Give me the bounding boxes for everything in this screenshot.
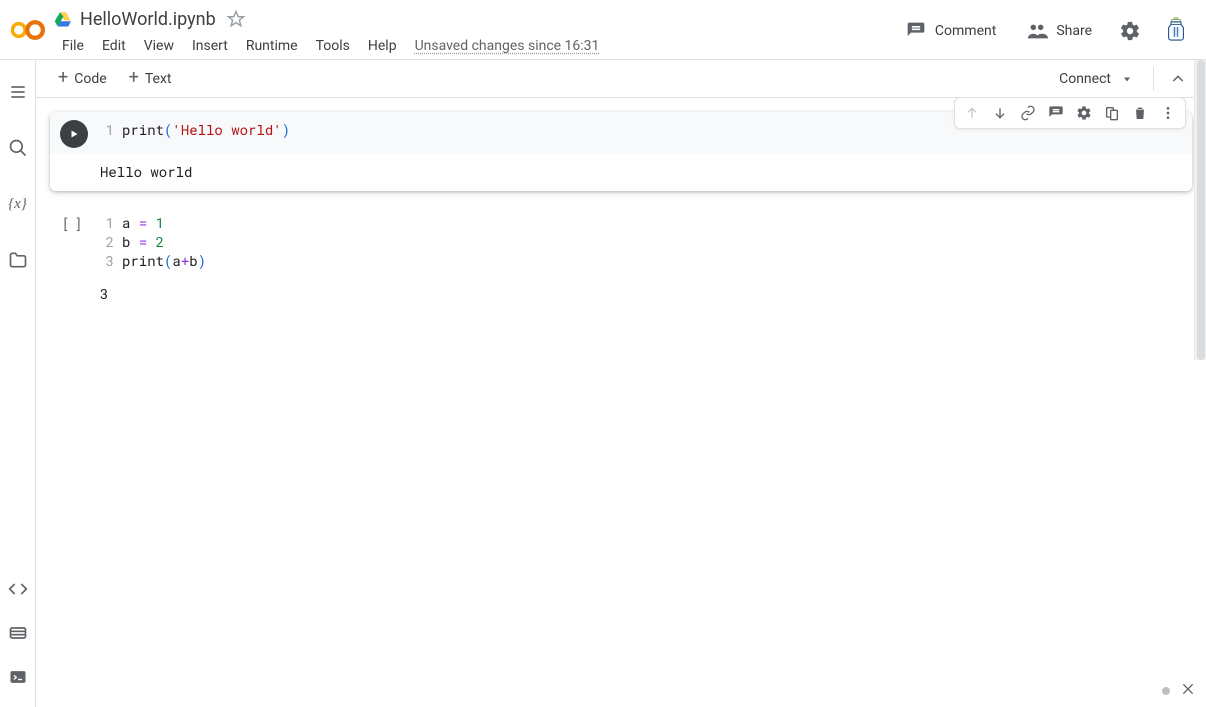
code-token: 2 bbox=[156, 232, 164, 251]
code-snippets-button[interactable] bbox=[4, 575, 32, 603]
comment-icon bbox=[905, 20, 927, 42]
main-area: +Code +Text Connect 1print('Hello world'… bbox=[36, 60, 1206, 707]
toc-button[interactable] bbox=[4, 78, 32, 106]
comment-cell-button[interactable] bbox=[1043, 100, 1069, 126]
search-button[interactable] bbox=[4, 134, 32, 162]
colab-logo[interactable] bbox=[8, 10, 48, 50]
connect-button[interactable]: Connect bbox=[1049, 67, 1143, 91]
comment-label: Comment bbox=[935, 23, 996, 39]
add-text-button[interactable]: +Text bbox=[121, 67, 180, 91]
cell-action-bar bbox=[954, 98, 1186, 129]
cell-settings-button[interactable] bbox=[1071, 100, 1097, 126]
drive-icon bbox=[54, 10, 72, 28]
code-token bbox=[147, 232, 155, 251]
collapse-header-button[interactable] bbox=[1164, 65, 1192, 93]
share-label: Share bbox=[1056, 23, 1092, 39]
code-cell[interactable]: []1a = 12b = 23print(a+b)3 bbox=[50, 205, 1192, 313]
menu-view[interactable]: View bbox=[136, 34, 182, 58]
cell-settings-icon bbox=[1076, 105, 1092, 121]
menu-edit[interactable]: Edit bbox=[94, 34, 134, 58]
share-button[interactable]: Share bbox=[1018, 14, 1100, 48]
menu-runtime[interactable]: Runtime bbox=[238, 34, 306, 58]
play-icon bbox=[68, 128, 80, 140]
comment-button[interactable]: Comment bbox=[897, 14, 1004, 48]
move-up-icon bbox=[964, 105, 980, 121]
code-token: + bbox=[181, 251, 189, 270]
separator bbox=[1153, 67, 1154, 91]
add-text-label: Text bbox=[145, 71, 172, 87]
notebook-toolbar: +Code +Text Connect bbox=[36, 60, 1206, 98]
menu-insert[interactable]: Insert bbox=[184, 34, 236, 58]
header: HelloWorld.ipynb File Edit View Insert R… bbox=[0, 0, 1206, 60]
command-palette-button[interactable] bbox=[4, 619, 32, 647]
code-token: print bbox=[122, 251, 164, 270]
run-cell-button[interactable] bbox=[60, 120, 88, 148]
connect-label: Connect bbox=[1059, 71, 1111, 87]
code-token: b bbox=[122, 232, 139, 251]
mirror-cell-button[interactable] bbox=[1099, 100, 1125, 126]
code-token bbox=[147, 213, 155, 232]
share-icon bbox=[1026, 20, 1048, 42]
delete-cell-icon bbox=[1132, 105, 1148, 121]
status-corner bbox=[1162, 681, 1196, 701]
dropdown-icon bbox=[1121, 73, 1133, 85]
cell-output: Hello world bbox=[50, 154, 1192, 191]
left-sidebar: {x} bbox=[0, 60, 36, 707]
account-avatar[interactable] bbox=[1160, 15, 1192, 47]
autosave-status[interactable]: Unsaved changes since 16:31 bbox=[415, 38, 600, 54]
close-panel-button[interactable] bbox=[1180, 681, 1196, 701]
code-token: = bbox=[139, 232, 147, 251]
code-token: = bbox=[139, 213, 147, 232]
terminal-button[interactable] bbox=[4, 663, 32, 691]
notebook-area[interactable]: 1print('Hello world')Hello world[]1a = 1… bbox=[36, 98, 1206, 707]
code-token: print bbox=[122, 120, 164, 139]
code-token: a bbox=[122, 213, 139, 232]
run-cell-button[interactable]: [] bbox=[54, 211, 94, 233]
add-code-button[interactable]: +Code bbox=[50, 67, 115, 91]
notebook-title[interactable]: HelloWorld.ipynb bbox=[80, 9, 216, 30]
menu-tools[interactable]: Tools bbox=[308, 34, 358, 58]
kernel-status-dot bbox=[1162, 687, 1170, 695]
more-button[interactable] bbox=[1155, 100, 1181, 126]
star-button[interactable] bbox=[224, 7, 248, 31]
code-token: 1 bbox=[156, 213, 164, 232]
settings-button[interactable] bbox=[1114, 15, 1146, 47]
code-token: a bbox=[172, 251, 180, 270]
code-token: b bbox=[189, 251, 197, 270]
menu-bar: File Edit View Insert Runtime Tools Help… bbox=[54, 32, 897, 60]
menu-help[interactable]: Help bbox=[360, 34, 405, 58]
more-icon bbox=[1160, 105, 1176, 121]
variables-button[interactable]: {x} bbox=[4, 190, 32, 218]
comment-cell-icon bbox=[1048, 105, 1064, 121]
menu-file[interactable]: File bbox=[54, 34, 92, 58]
line-number: 1 bbox=[100, 213, 114, 232]
add-code-label: Code bbox=[74, 71, 106, 87]
move-down-button[interactable] bbox=[987, 100, 1013, 126]
code-token: ) bbox=[198, 251, 206, 270]
code-cell[interactable]: 1print('Hello world')Hello world bbox=[50, 112, 1192, 191]
line-number: 2 bbox=[100, 232, 114, 251]
cell-output: 3 bbox=[50, 276, 1192, 313]
link-icon bbox=[1020, 105, 1036, 121]
delete-cell-button[interactable] bbox=[1127, 100, 1153, 126]
files-button[interactable] bbox=[4, 246, 32, 274]
line-number: 1 bbox=[100, 120, 114, 139]
move-down-icon bbox=[992, 105, 1008, 121]
link-button[interactable] bbox=[1015, 100, 1041, 126]
line-number: 3 bbox=[100, 251, 114, 270]
mirror-cell-icon bbox=[1104, 105, 1120, 121]
code-token: 'Hello world' bbox=[172, 120, 281, 139]
scrollbar[interactable] bbox=[1194, 60, 1206, 360]
code-token: ) bbox=[282, 120, 290, 139]
code-editor[interactable]: 1a = 12b = 23print(a+b) bbox=[94, 211, 1184, 270]
move-up-button bbox=[959, 100, 985, 126]
cell-input-row: []1a = 12b = 23print(a+b) bbox=[50, 205, 1192, 276]
